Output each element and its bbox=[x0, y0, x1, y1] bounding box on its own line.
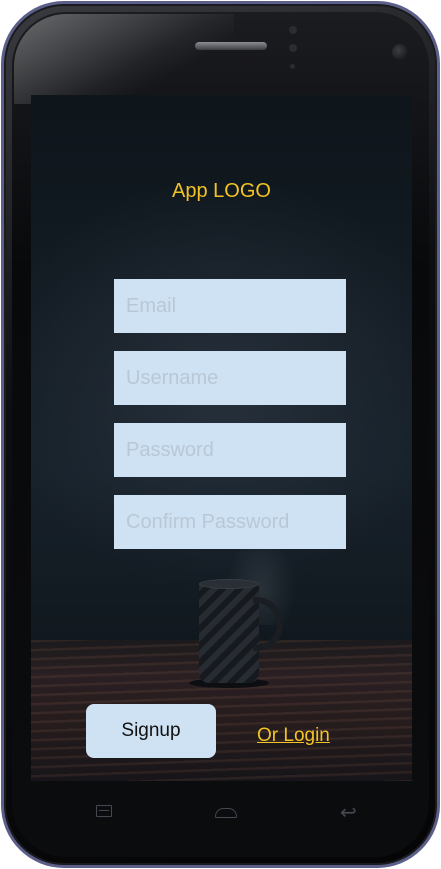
front-camera bbox=[392, 44, 408, 60]
home-icon[interactable] bbox=[215, 808, 237, 818]
proximity-sensor bbox=[289, 26, 297, 34]
light-sensor bbox=[289, 44, 297, 52]
menu-icon[interactable] bbox=[96, 805, 112, 817]
coffee-mug-image bbox=[199, 583, 259, 683]
signup-button[interactable]: Signup bbox=[86, 704, 216, 758]
sensor-dot bbox=[290, 64, 295, 69]
login-link[interactable]: Or Login bbox=[257, 725, 330, 747]
app-logo: App LOGO bbox=[172, 180, 271, 202]
email-input[interactable] bbox=[114, 279, 346, 333]
confirm-password-input[interactable] bbox=[114, 495, 346, 549]
phone-gloss bbox=[14, 14, 234, 104]
coffee-mug-rim bbox=[199, 579, 259, 589]
earpiece-speaker bbox=[195, 42, 267, 50]
back-icon[interactable]: ↩ bbox=[340, 800, 357, 824]
password-input[interactable] bbox=[114, 423, 346, 477]
username-input[interactable] bbox=[114, 351, 346, 405]
app-screen: App LOGO Signup Or Login bbox=[31, 95, 412, 781]
